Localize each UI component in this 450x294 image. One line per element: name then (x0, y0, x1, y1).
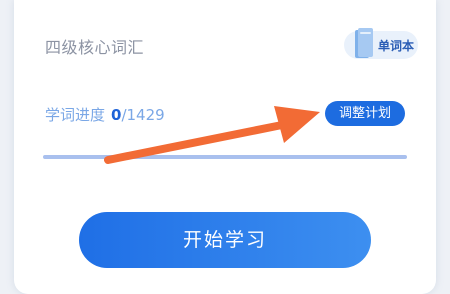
book-title: 四级核心词汇 (45, 38, 145, 57)
adjust-plan-button[interactable]: 调整计划 (325, 101, 405, 126)
study-card: 四级核心词汇 单词本 学词进度 0/1429 调整计划 开始学习 (14, 0, 436, 294)
vocab-book-label[interactable]: 单词本 (378, 37, 414, 54)
progress-current: 0 (111, 106, 122, 124)
progress-total: /1429 (121, 106, 165, 124)
progress-text: 学词进度 0/1429 (45, 104, 165, 125)
progress-label: 学词进度 (45, 106, 106, 124)
progress-bar (43, 155, 407, 159)
book-icon (355, 28, 373, 58)
start-learning-button[interactable]: 开始学习 (79, 212, 371, 268)
